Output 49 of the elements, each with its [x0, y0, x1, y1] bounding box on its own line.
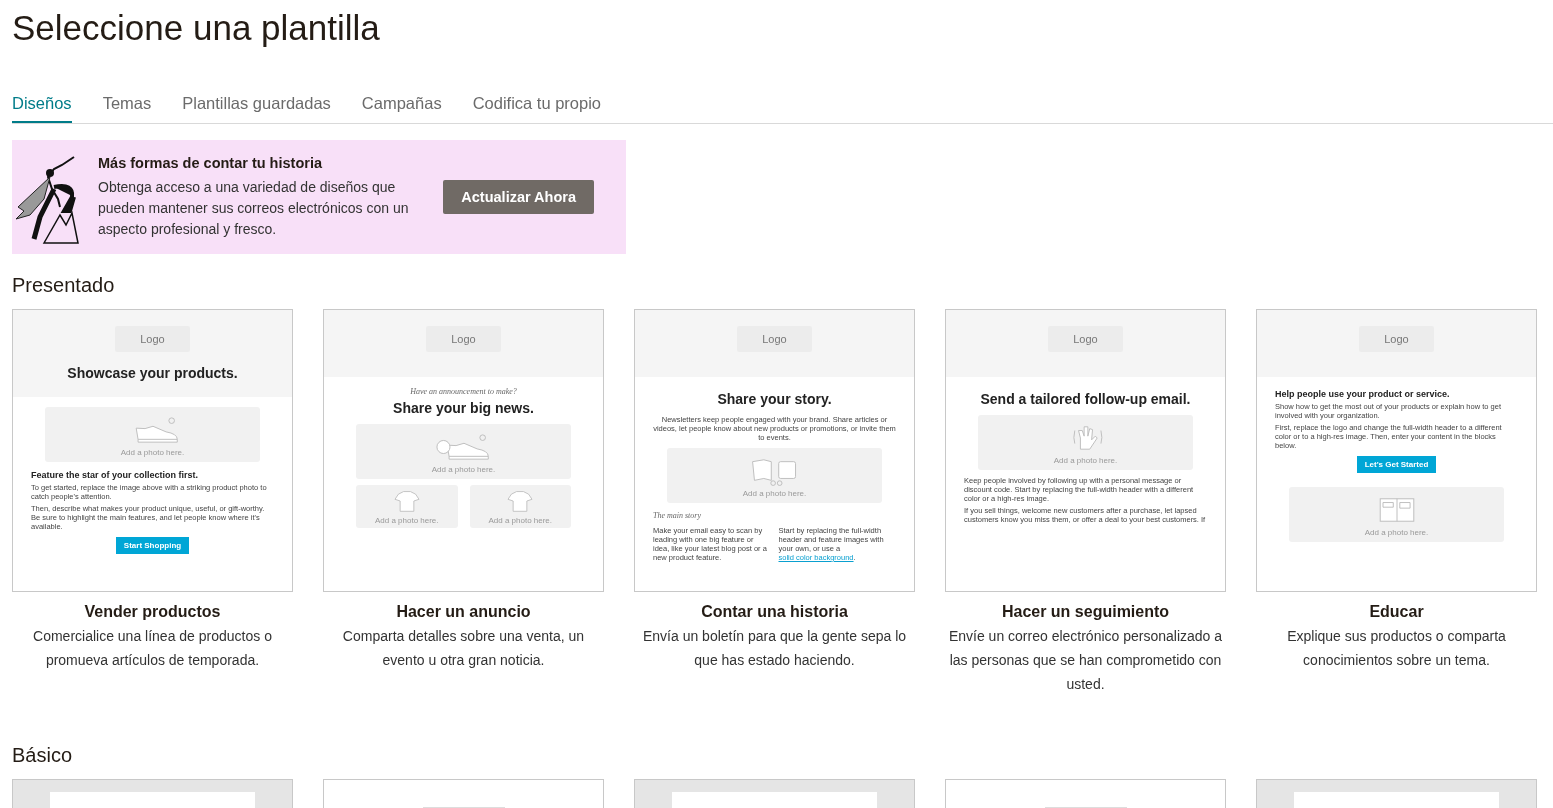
photo-placeholder-label: Add a photo here. [488, 516, 553, 525]
email-subheading: Help people use your product or service. [1275, 389, 1451, 399]
tab[interactable]: Campañas [361, 94, 442, 123]
template-name: Vender productos [83, 602, 222, 622]
template-preview[interactable]: Logo Have an announcement to make? Share your big news. Add a photo here. Add a photo here. Add a photo here. [323, 309, 604, 592]
email-title: Showcase your products. [67, 365, 238, 381]
tab[interactable]: Temas [102, 94, 152, 123]
email-kicker: Have an announcement to make? [409, 387, 518, 396]
template-description: Explique sus productos o comparta conocimientos sobre un tema. [1286, 627, 1507, 670]
logo-placeholder: Logo [1048, 326, 1123, 352]
template-description: Envíe un correo electrónico personalizado a las personas que se han comprometido con usted. [947, 627, 1224, 694]
template-preview[interactable] [1256, 309, 1537, 592]
email-button: Let's Get Started [1356, 456, 1437, 473]
page-title: Seleccione una plantilla [12, 7, 381, 48]
photo-placeholder-label: Add a photo here. [431, 465, 496, 474]
logo-placeholder: Logo [426, 326, 501, 352]
email-subheading: Feature the star of your collection first. [31, 470, 200, 480]
tab[interactable]: Codifica tu propio [472, 94, 602, 123]
email-title: Send a tailored follow-up email. [979, 391, 1192, 407]
logo-placeholder: Logo [1359, 326, 1434, 352]
email-title: Share your story. [716, 391, 833, 407]
photo-placeholder-label: Add a photo here. [1053, 456, 1118, 465]
photo-placeholder-label: Add a photo here. [1364, 528, 1429, 537]
template-description: Comercialice una línea de productos o promueva artículos de temporada. [32, 627, 273, 670]
email-kicker: The main story [653, 511, 702, 520]
photo-placeholder-label: Add a photo here. [742, 489, 807, 498]
banner-text: Obtenga acceso a una variedad de diseños que pueden mantener sus correos electrónicos con un aspecto profesional y fresco. [98, 177, 410, 239]
logo-placeholder: Logo [115, 326, 190, 352]
template-name: Hacer un anuncio [395, 602, 532, 622]
logo-placeholder: Logo [737, 326, 812, 352]
banner-title: Más formas de contar tu historia [98, 154, 323, 171]
section-heading: Presentado [12, 274, 116, 297]
template-name: Contar una historia [700, 602, 849, 622]
photo-placeholder-label: Add a photo here. [120, 448, 185, 457]
template-description: Envía un boletín para que la gente sepa lo que has estado haciendo. [641, 627, 908, 670]
template-preview[interactable] [945, 309, 1226, 592]
photo-placeholder-label: Add a photo here. [374, 516, 439, 525]
email-button: Start Shopping [115, 537, 190, 554]
tab[interactable]: Plantillas guardadas [182, 94, 331, 123]
template-name: Educar [1368, 602, 1425, 622]
template-preview[interactable] [12, 309, 293, 592]
shoe-icon [435, 432, 492, 462]
template-name: Hacer un seguimiento [1000, 602, 1171, 622]
email-title: Share your big news. [392, 400, 535, 416]
template-description: Comparta detalles sobre una venta, un evento u otra gran noticia. [341, 627, 586, 670]
template-preview[interactable] [634, 309, 915, 592]
section-heading: Básico [12, 744, 74, 767]
tab[interactable]: Diseños [12, 94, 72, 123]
upgrade-button[interactable]: Actualizar Ahora [443, 180, 594, 214]
